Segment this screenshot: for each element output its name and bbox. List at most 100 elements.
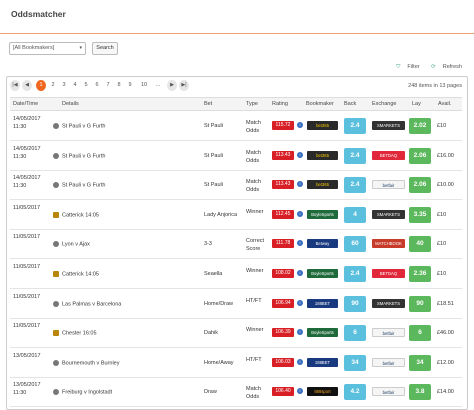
- col-type[interactable]: Type: [246, 101, 258, 107]
- info-icon[interactable]: i: [297, 388, 303, 395]
- bookmaker-logo[interactable]: BoyleSports: [307, 209, 338, 219]
- page-4-button[interactable]: 4: [70, 80, 80, 91]
- lay-odds-button[interactable]: 90: [409, 295, 431, 312]
- table-row[interactable]: 13/05/2017 Bournemouth v Burnley Home/Away…: [10, 349, 462, 378]
- col-back[interactable]: Back: [344, 101, 356, 107]
- exchange-logo[interactable]: betfair: [372, 328, 405, 338]
- bookmaker-logo[interactable]: Betway: [307, 239, 338, 249]
- page-more-button[interactable]: ...: [153, 80, 163, 91]
- lay-odds-button[interactable]: 2.36: [409, 266, 431, 282]
- col-bet[interactable]: Bet: [204, 101, 212, 107]
- info-icon[interactable]: i: [297, 181, 303, 188]
- page-6-button[interactable]: 6: [92, 80, 102, 91]
- back-odds-button[interactable]: 6: [344, 325, 366, 342]
- exchange-logo[interactable]: betfair: [372, 387, 405, 397]
- exchange-logo[interactable]: betfair: [372, 180, 405, 190]
- col-bookmaker[interactable]: Bookmaker: [306, 101, 334, 107]
- page-10-button[interactable]: 10: [137, 80, 151, 91]
- bookmaker-logo[interactable]: 188BET: [307, 298, 338, 308]
- lay-odds-button[interactable]: 40: [409, 236, 431, 253]
- page-5-button[interactable]: 5: [81, 80, 91, 91]
- row-event[interactable]: Chester 16:05: [53, 330, 97, 337]
- back-odds-button[interactable]: 4.2: [344, 384, 366, 401]
- exchange-logo[interactable]: MATCHBOOK: [372, 239, 405, 249]
- lay-odds-button[interactable]: 2.02: [409, 118, 431, 134]
- table-row[interactable]: 14/05/2017 11:30 St Pauli v G Furth St Paul…: [10, 142, 462, 171]
- info-icon[interactable]: i: [297, 329, 303, 336]
- table-row[interactable]: 11/05/2017 Lyon v Ajax 3-3 Correct Score 111.…: [10, 230, 462, 260]
- lay-odds-button[interactable]: 3.8: [409, 384, 431, 401]
- row-event[interactable]: Catterick 14:05: [53, 211, 99, 218]
- table-row[interactable]: 11/05/2017 Catterick 14:05 Seaella Winner 10…: [10, 260, 462, 289]
- lay-odds-button[interactable]: 3.35: [409, 206, 431, 223]
- page-8-button[interactable]: 8: [114, 80, 124, 91]
- table-row[interactable]: 14/05/2017 11:30 St Pauli v G Furth St Paul…: [10, 112, 462, 141]
- last-page-button[interactable]: ▶|: [179, 80, 189, 91]
- row-event[interactable]: Lyon v Ajax: [53, 241, 90, 248]
- refresh-button[interactable]: ⟳ Refresh: [426, 64, 462, 70]
- info-icon[interactable]: i: [297, 151, 303, 158]
- exchange-logo[interactable]: SMARKETS: [372, 298, 405, 308]
- info-icon[interactable]: i: [297, 122, 303, 128]
- col-lay[interactable]: Lay: [412, 101, 421, 107]
- exchange-logo[interactable]: betfair: [372, 357, 405, 367]
- col-exchange[interactable]: Exchange: [372, 101, 396, 107]
- first-page-button[interactable]: |◀: [10, 80, 20, 91]
- back-odds-button[interactable]: 2.4: [344, 147, 366, 164]
- back-odds-button[interactable]: 60: [344, 236, 366, 253]
- back-odds-button[interactable]: 34: [344, 354, 366, 371]
- bookmaker-select[interactable]: [All Bookmakers] ▾: [9, 42, 86, 55]
- bookmaker-logo[interactable]: BoyleSports: [307, 269, 338, 278]
- lay-odds-button[interactable]: 6: [409, 325, 431, 342]
- back-odds-button[interactable]: 2.4: [344, 177, 366, 194]
- row-event[interactable]: Catterick 14:05: [53, 271, 99, 277]
- table-row[interactable]: 11/05/2017 Las Palmas v Barcelona Home/Dra…: [10, 290, 462, 319]
- row-event[interactable]: Las Palmas v Barcelona: [53, 300, 121, 307]
- back-odds-button[interactable]: 90: [344, 295, 366, 312]
- bookmaker-logo[interactable]: bet365: [307, 180, 338, 190]
- back-odds-button[interactable]: 2.4: [344, 118, 366, 134]
- page-1-button[interactable]: 1: [36, 80, 46, 91]
- lay-odds-button[interactable]: 2.06: [409, 177, 431, 194]
- page-3-button[interactable]: 3: [59, 80, 69, 91]
- page-7-button[interactable]: 7: [103, 80, 113, 91]
- exchange-logo[interactable]: BETDAQ: [372, 150, 405, 160]
- lay-odds-button[interactable]: 34: [409, 354, 431, 371]
- bookmaker-logo[interactable]: 188BET: [307, 357, 338, 367]
- table-row[interactable]: 11/05/2017 Catterick 14:05 Lady Anjorica Wi…: [10, 201, 462, 230]
- table-row[interactable]: 13/05/2017 11:30 Freiburg v Ingolstadt Draw…: [10, 378, 462, 408]
- next-page-button[interactable]: ▶: [167, 80, 177, 91]
- row-event[interactable]: St Pauli v G Furth: [53, 152, 105, 159]
- row-event[interactable]: Freiburg v Ingolstadt: [53, 389, 112, 396]
- prev-page-button[interactable]: ◀: [22, 80, 32, 91]
- col-date[interactable]: Date/Time: [13, 101, 38, 107]
- back-odds-button[interactable]: 2.4: [344, 266, 366, 282]
- exchange-logo[interactable]: SMARKETS: [372, 209, 405, 219]
- page-2-button[interactable]: 2: [48, 80, 58, 91]
- row-event[interactable]: St Pauli v G Furth: [53, 182, 105, 189]
- bookmaker-logo[interactable]: BoyleSports: [307, 328, 338, 338]
- lay-odds-button[interactable]: 2.06: [409, 147, 431, 164]
- table-row[interactable]: 11/05/2017 Chester 16:05 Dahik Winner 106.39…: [10, 319, 462, 349]
- back-odds-button[interactable]: 4: [344, 206, 366, 223]
- info-icon[interactable]: i: [297, 270, 303, 276]
- info-icon[interactable]: i: [297, 210, 303, 217]
- page-9-button[interactable]: 9: [125, 80, 135, 91]
- bookmaker-logo[interactable]: bet365: [307, 150, 338, 160]
- bookmaker-logo[interactable]: bet365: [307, 121, 338, 130]
- search-button[interactable]: Search: [92, 42, 118, 55]
- col-avail[interactable]: Avail.: [438, 101, 451, 107]
- col-rating[interactable]: Rating: [272, 101, 288, 107]
- col-details[interactable]: Details: [62, 101, 79, 107]
- bookmaker-logo[interactable]: 888sport: [307, 387, 338, 397]
- exchange-logo[interactable]: SMARKETS: [372, 121, 405, 130]
- info-icon[interactable]: i: [297, 299, 303, 306]
- filter-button[interactable]: ⛉ Filter: [391, 64, 419, 70]
- info-icon[interactable]: i: [297, 240, 303, 247]
- row-event[interactable]: St Pauli v G Furth: [53, 123, 105, 129]
- row-event[interactable]: Bournemouth v Burnley: [53, 359, 119, 366]
- row-bet: Seaella: [204, 271, 223, 277]
- table-row[interactable]: 14/05/2017 11:30 St Pauli v G Furth St Paul…: [10, 171, 462, 201]
- info-icon[interactable]: i: [297, 358, 303, 365]
- exchange-logo[interactable]: BETDAQ: [372, 269, 405, 278]
